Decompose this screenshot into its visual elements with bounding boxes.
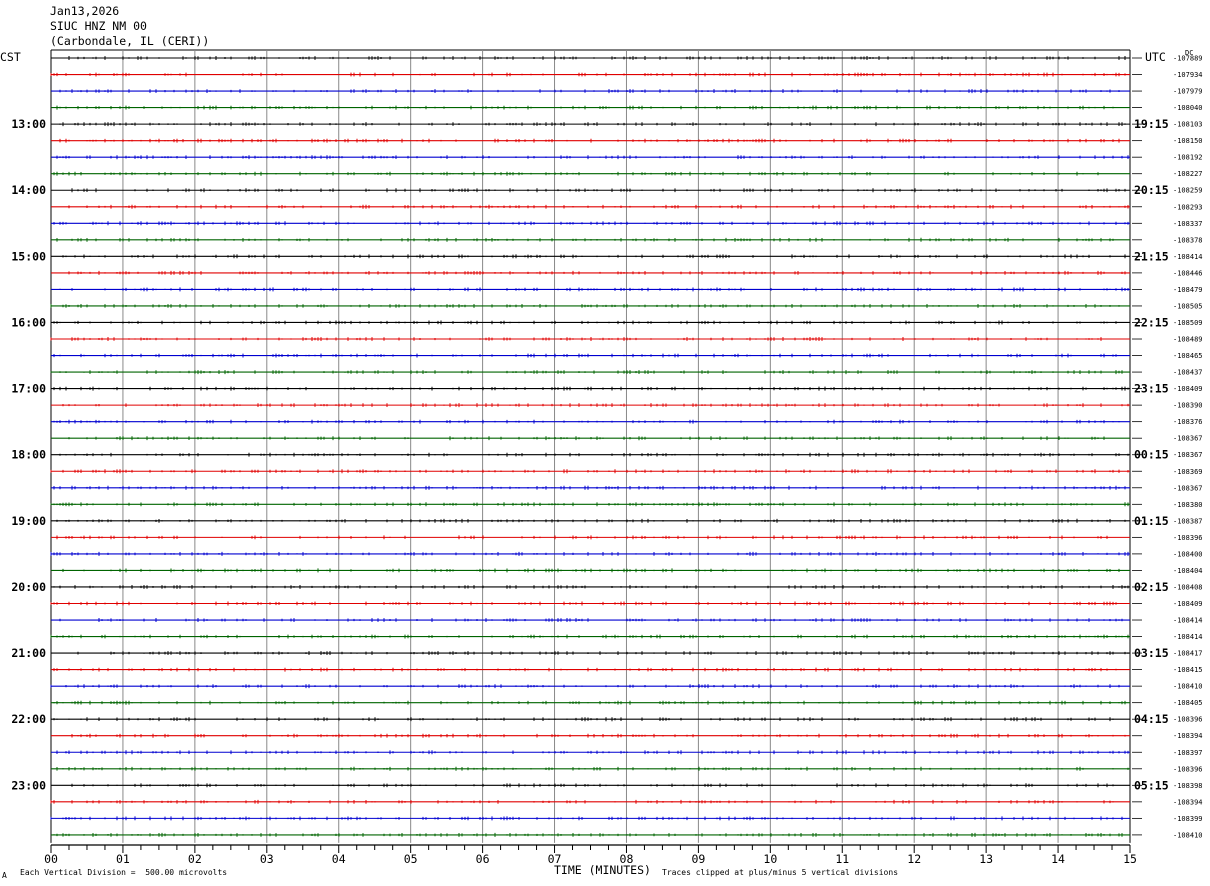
clip-note: Traces clipped at plus/minus 5 vertical … [662,868,899,877]
dc-offset-label: -108380 [1173,501,1203,509]
dc-offset-label: -108367 [1173,435,1203,443]
right-hour-label: 23:15 [1134,382,1169,396]
right-hour-label: 20:15 [1134,183,1169,197]
dc-offset-label: -108369 [1173,468,1203,476]
left-hour-label: 20:00 [11,580,46,594]
dc-offset-label: -108227 [1173,170,1203,178]
dc-offset-label: -108396 [1173,765,1203,773]
dc-offset-label: -108415 [1173,666,1203,674]
dc-offset-label: -108040 [1173,104,1203,112]
x-tick-label: 03 [260,852,274,866]
left-hour-label: 22:00 [11,712,46,726]
dc-offset-label: -107934 [1173,71,1203,79]
dc-offset-label: -108479 [1173,286,1203,294]
dc-offset-label: -108390 [1173,402,1203,410]
left-hour-label: 13:00 [11,117,46,131]
dc-offset-label: -107889 [1173,55,1203,63]
x-tick-label: 09 [691,852,705,866]
dc-offset-label: -108465 [1173,352,1203,360]
dc-offset-label: -108396 [1173,716,1203,724]
dc-offset-label: -108293 [1173,203,1203,211]
x-tick-label: 05 [404,852,418,866]
right-hour-label: 03:15 [1134,646,1169,660]
dc-offset-label: -108192 [1173,154,1203,162]
corner-mark: A [2,871,7,880]
dc-offset-label: -108259 [1173,187,1203,195]
dc-offset-label: -108405 [1173,699,1203,707]
left-hour-label: 23:00 [11,778,46,792]
helicorder-plot: 00 01 02 03 04 05 06 07 08 09 10 11 12 13 14 15-107889-… [11,49,1203,866]
dc-offset-label: -108414 [1173,617,1203,625]
dc-offset-label: -108414 [1173,253,1203,261]
left-hour-label: 15:00 [11,249,46,263]
x-tick-label: 02 [188,852,202,866]
dc-offset-label: -108409 [1173,385,1203,393]
right-hour-label: 02:15 [1134,580,1169,594]
x-tick-label: 06 [476,852,490,866]
dc-offset-label: -108414 [1173,633,1203,641]
dc-offset-label: -108376 [1173,418,1203,426]
dc-offset-label: -108367 [1173,484,1203,492]
dc-offset-label: -108408 [1173,583,1203,591]
dc-offset-label: -108489 [1173,336,1203,344]
x-tick-label: 00 [44,852,58,866]
x-tick-label: 11 [835,852,849,866]
dc-offset-label: -108398 [1173,782,1203,790]
left-hour-label: 14:00 [11,183,46,197]
right-hour-label: 01:15 [1134,514,1169,528]
left-hour-label: 17:00 [11,382,46,396]
dc-offset-label: -108409 [1173,600,1203,608]
x-tick-label: 01 [116,852,130,866]
right-hour-label: 21:15 [1134,249,1169,263]
left-hour-label: 18:00 [11,448,46,462]
dc-offset-label: -108378 [1173,236,1203,244]
dc-offset-label: -108505 [1173,302,1203,310]
right-hour-label: 04:15 [1134,712,1169,726]
dc-offset-label: -108103 [1173,121,1203,129]
dc-offset-label: -108509 [1173,319,1203,327]
x-tick-label: 12 [907,852,921,866]
x-axis-title: TIME (MINUTES) [554,863,651,877]
dc-offset-label: -108394 [1173,798,1203,806]
x-tick-label: 04 [332,852,346,866]
left-hour-label: 21:00 [11,646,46,660]
right-hour-label: 19:15 [1134,117,1169,131]
dc-offset-label: -108397 [1173,749,1203,757]
dc-offset-label: -108446 [1173,269,1203,277]
dc-offset-label: -108400 [1173,550,1203,558]
dc-offset-label: -108410 [1173,683,1203,691]
dc-offset-label: -108410 [1173,831,1203,839]
x-tick-label: 14 [1051,852,1065,866]
dc-offset-label: -108387 [1173,517,1203,525]
x-tick-label: 15 [1123,852,1137,866]
left-hour-label: 16:00 [11,315,46,329]
dc-offset-label: -108337 [1173,220,1203,228]
right-hour-label: 05:15 [1134,778,1169,792]
right-hour-label: 22:15 [1134,315,1169,329]
dc-offset-label: -108394 [1173,732,1203,740]
vertical-scale-note: Each Vertical Division = 500.00 microvol… [20,868,228,877]
dc-offset-label: -108417 [1173,650,1203,658]
dc-offset-label: -108404 [1173,567,1203,575]
dc-offset-label: -108399 [1173,815,1203,823]
x-tick-label: 10 [763,852,777,866]
left-hour-label: 19:00 [11,514,46,528]
dc-offset-label: -107979 [1173,88,1203,96]
x-tick-label: 13 [979,852,993,866]
dc-offset-label: -108437 [1173,369,1203,377]
dc-offset-label: -108367 [1173,451,1203,459]
dc-offset-label: -108396 [1173,534,1203,542]
dc-offset-label: -108150 [1173,137,1203,145]
right-hour-label: 00:15 [1134,448,1169,462]
